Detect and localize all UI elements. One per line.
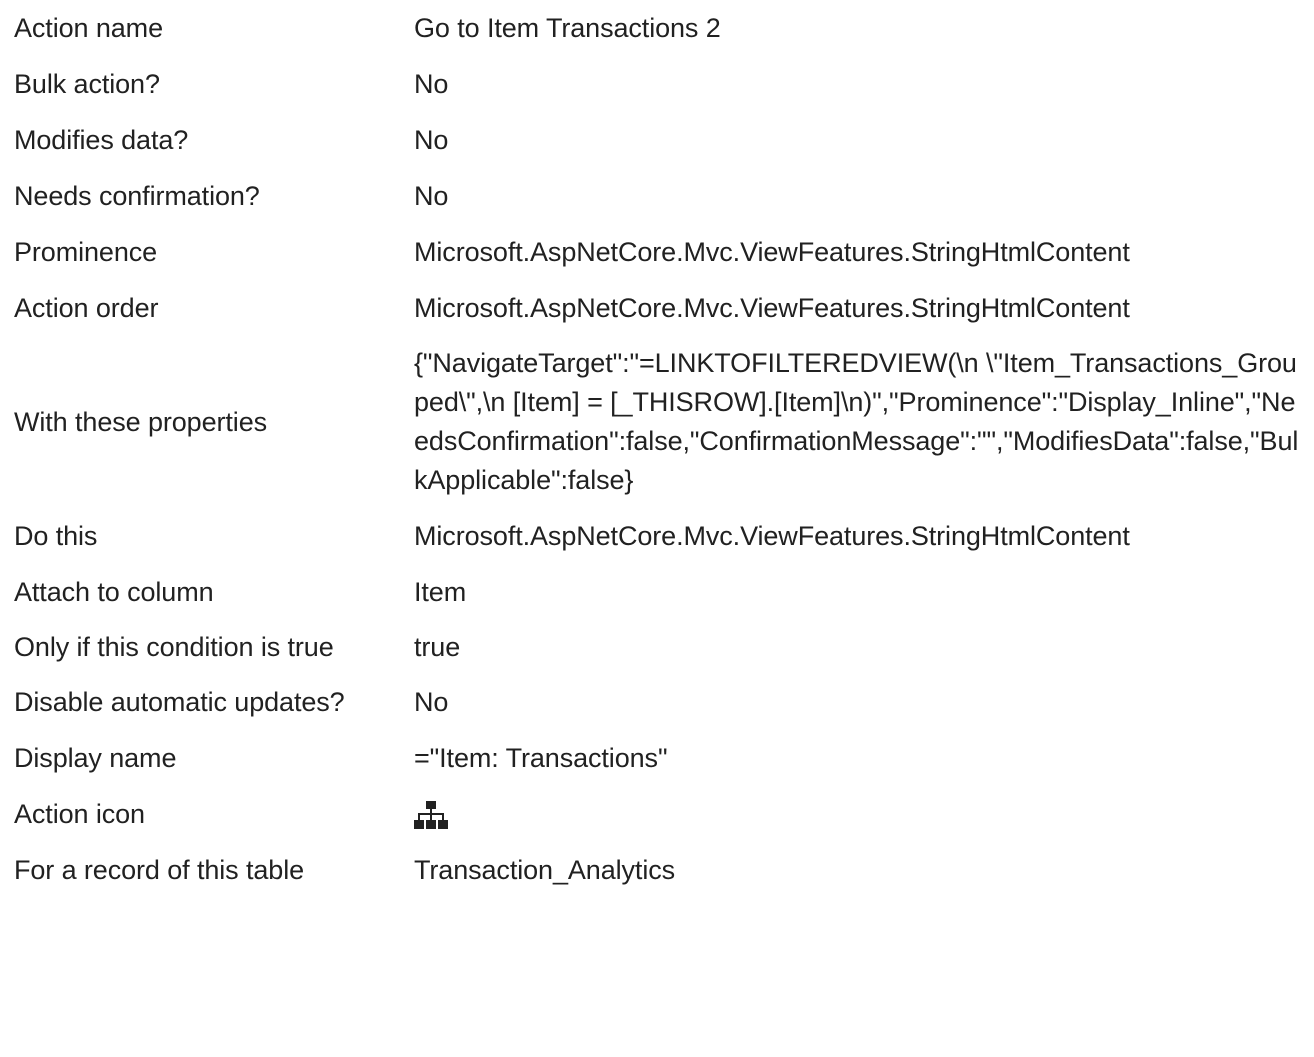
row-display-name: Display name ="Item: Transactions" xyxy=(14,730,1310,786)
label-display-name: Display name xyxy=(14,742,177,773)
label-do-this: Do this xyxy=(14,520,98,551)
value-do-this: Microsoft.AspNetCore.Mvc.ViewFeatures.St… xyxy=(414,520,1130,551)
label-action-order: Action order xyxy=(14,292,159,323)
row-do-this: Do this Microsoft.AspNetCore.Mvc.ViewFea… xyxy=(14,508,1310,564)
label-condition: Only if this condition is true xyxy=(14,632,334,662)
label-disable-updates: Disable automatic updates? xyxy=(14,687,345,717)
action-properties-table: Action name Go to Item Transactions 2 Bu… xyxy=(14,0,1310,898)
value-modifies-data: No xyxy=(414,124,449,155)
value-action-name: Go to Item Transactions 2 xyxy=(414,12,721,43)
row-action-name: Action name Go to Item Transactions 2 xyxy=(14,0,1310,56)
value-bulk-action: No xyxy=(414,68,449,99)
value-prominence: Microsoft.AspNetCore.Mvc.ViewFeatures.St… xyxy=(414,236,1130,267)
label-source-table: For a record of this table xyxy=(14,854,305,885)
value-attach-column: Item xyxy=(414,576,467,607)
value-action-order: Microsoft.AspNetCore.Mvc.ViewFeatures.St… xyxy=(414,292,1130,323)
label-bulk-action: Bulk action? xyxy=(14,68,160,99)
label-attach-column: Attach to column xyxy=(14,576,214,607)
value-display-name: ="Item: Transactions" xyxy=(414,742,668,773)
label-needs-confirmation: Needs confirmation? xyxy=(14,180,260,211)
value-action-icon xyxy=(414,786,1310,842)
value-properties: {"NavigateTarget":"=LINKTOFILTEREDVIEW(\… xyxy=(414,348,1299,495)
row-action-icon: Action icon xyxy=(14,786,1310,842)
value-source-table: Transaction_Analytics xyxy=(414,854,676,885)
row-bulk-action: Bulk action? No xyxy=(14,56,1310,112)
row-needs-confirmation: Needs confirmation? No xyxy=(14,168,1310,224)
value-condition: true xyxy=(414,632,461,662)
row-source-table: For a record of this table Transaction_A… xyxy=(14,842,1310,898)
row-prominence: Prominence Microsoft.AspNetCore.Mvc.View… xyxy=(14,224,1310,280)
value-disable-updates: No xyxy=(414,687,449,717)
label-action-icon: Action icon xyxy=(14,798,145,829)
label-properties: With these properties xyxy=(14,406,268,437)
value-needs-confirmation: No xyxy=(414,180,449,211)
row-condition: Only if this condition is true true xyxy=(14,620,1310,675)
row-disable-updates: Disable automatic updates? No xyxy=(14,675,1310,730)
row-action-order: Action order Microsoft.AspNetCore.Mvc.Vi… xyxy=(14,280,1310,336)
sitemap-icon xyxy=(414,800,448,830)
row-attach-column: Attach to column Item xyxy=(14,564,1310,620)
label-action-name: Action name xyxy=(14,12,163,43)
label-modifies-data: Modifies data? xyxy=(14,124,189,155)
label-prominence: Prominence xyxy=(14,236,158,267)
row-properties: With these properties {"NavigateTarget":… xyxy=(14,336,1310,508)
row-modifies-data: Modifies data? No xyxy=(14,112,1310,168)
